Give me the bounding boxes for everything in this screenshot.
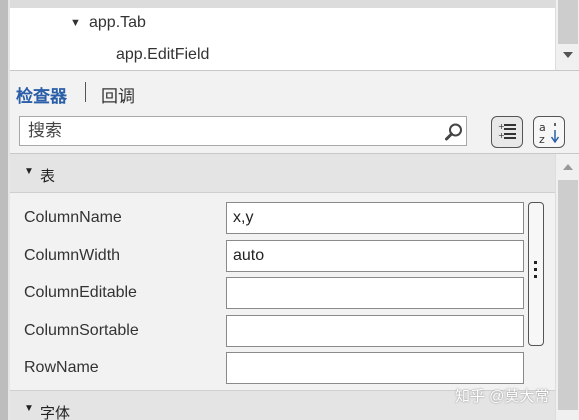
search-input[interactable] <box>20 117 446 145</box>
prop-label-columnname: ColumnName <box>24 209 122 226</box>
vertical-dots-icon <box>534 261 538 282</box>
tree-row-selected-partial[interactable] <box>10 0 555 8</box>
list-view-icon: + + <box>498 122 516 140</box>
array-editor-handle[interactable] <box>528 202 544 346</box>
rowname-field[interactable] <box>226 352 524 384</box>
categorize-button[interactable]: + + <box>491 116 523 148</box>
tree-item-label: app.Tab <box>89 14 146 31</box>
prop-label-columnsortable: ColumnSortable <box>24 322 139 339</box>
property-inspector: ▼ 表 ColumnName ColumnWidth ColumnEditabl… <box>10 154 555 420</box>
property-scrollbar-thumb[interactable] <box>558 180 578 410</box>
columnwidth-field[interactable] <box>226 240 524 272</box>
search-box <box>19 116 467 146</box>
columneditable-field[interactable] <box>226 277 524 309</box>
tree-item-label: app.EditField <box>116 46 210 63</box>
collapse-triangle-icon[interactable]: ▼ <box>24 166 34 177</box>
group-label: 字体 <box>40 405 71 420</box>
svg-text:+: + <box>498 131 505 140</box>
panel-left-edge <box>0 0 8 420</box>
sort-alpha-icon: a z <box>539 121 560 145</box>
tree-divider <box>10 70 579 71</box>
sort-alphabetical-button[interactable]: a z <box>533 116 565 148</box>
columnsortable-field[interactable] <box>226 315 524 347</box>
group-divider <box>10 192 555 193</box>
scroll-down-arrow-icon[interactable] <box>563 52 573 58</box>
tree-item-editfield[interactable]: app.EditField <box>10 42 555 70</box>
tree-scrollbar-thumb[interactable] <box>558 0 578 44</box>
prop-label-columnwidth: ColumnWidth <box>24 247 121 264</box>
watermark: 知乎 @莫大常 <box>455 388 550 405</box>
tab-separator <box>85 82 86 102</box>
tree-scrollbar[interactable] <box>555 0 579 70</box>
prop-label-columneditable: ColumnEditable <box>24 284 137 301</box>
group-label: 表 <box>40 168 56 185</box>
svg-text:+: + <box>498 122 505 131</box>
collapse-triangle-icon[interactable]: ▼ <box>24 403 34 414</box>
component-tree: ▼ app.Tab app.EditField <box>10 0 555 70</box>
svg-text:z: z <box>539 133 545 145</box>
tab-callbacks[interactable]: 回调 <box>101 82 135 107</box>
tab-inspector[interactable]: 检查器 <box>16 82 67 107</box>
property-scrollbar[interactable] <box>555 154 579 420</box>
tree-item-tab[interactable]: ▼ app.Tab <box>10 10 555 38</box>
magnifier-icon[interactable] <box>444 122 464 142</box>
expand-triangle-icon[interactable]: ▼ <box>70 17 81 29</box>
columnname-field[interactable] <box>226 202 524 234</box>
scroll-up-arrow-icon[interactable] <box>563 164 573 170</box>
group-header-table[interactable]: ▼ 表 <box>10 154 555 192</box>
prop-label-rowname: RowName <box>24 359 99 376</box>
